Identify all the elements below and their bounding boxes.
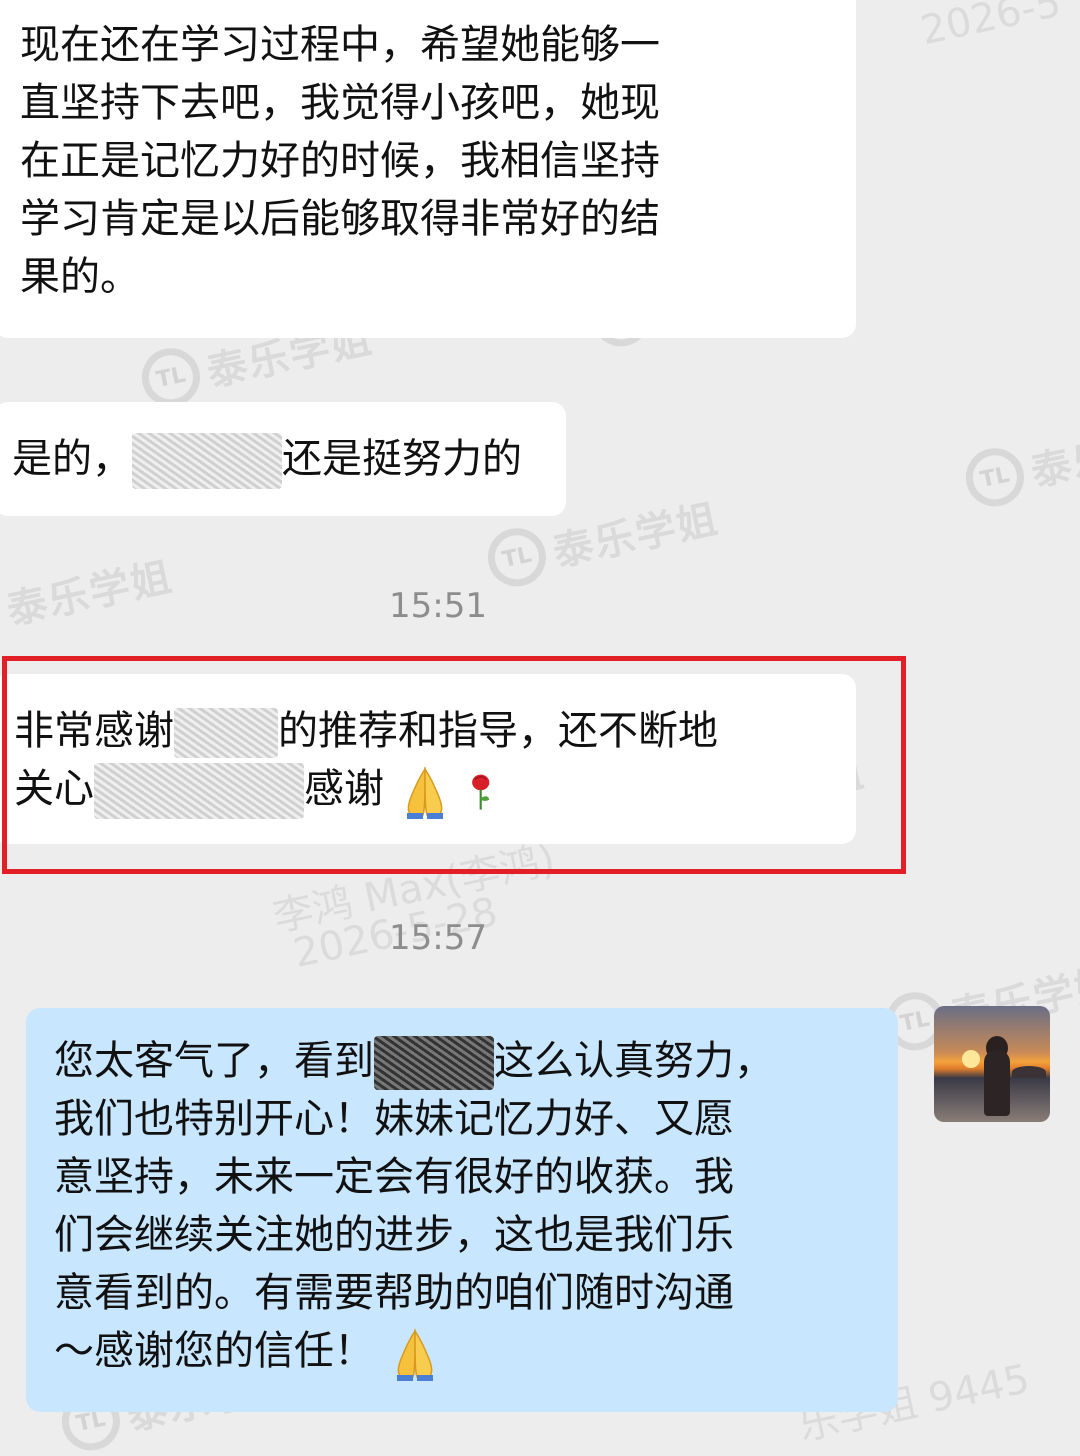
watermark-brand: TL 泰乐学姐 (960, 406, 1080, 512)
redacted-name (374, 1036, 494, 1090)
user-avatar[interactable] (934, 1006, 1050, 1122)
watermark-date: 2026-5 (916, 0, 1065, 55)
watermark-brand: TL 泰乐学姐 (0, 544, 177, 650)
sun-icon (962, 1050, 980, 1068)
island-shape (1012, 1066, 1046, 1078)
message-text: 在正是记忆力好的时候，我相信坚持 (20, 138, 660, 184)
message-text: 意看到的。有需要帮助的咱们随时沟通 (54, 1270, 734, 1316)
folded-hands-icon (396, 1328, 433, 1381)
incoming-message-bubble[interactable]: 现在还在学习过程中，希望她能够一 直坚持下去吧，我觉得小孩吧，她现 在正是记忆力… (0, 0, 856, 338)
brand-logo-icon: TL (0, 580, 6, 650)
message-text: 果的。 (20, 254, 140, 300)
incoming-message-bubble[interactable]: 是的， 还是挺努力的 (0, 402, 566, 516)
message-text: 您太客气了，看到 这么认真努力， (54, 1032, 880, 1090)
brand-logo-icon: TL (482, 522, 552, 592)
message-text: 我们也特别开心！妹妹记忆力好、又愿 (54, 1096, 734, 1142)
message-text: 们会继续关注她的进步，这也是我们乐 (54, 1212, 734, 1258)
redacted-name (132, 433, 282, 489)
timestamp: 15:51 (389, 586, 487, 626)
timestamp: 15:57 (389, 918, 487, 958)
person-shape (984, 1050, 1010, 1116)
highlight-annotation (2, 656, 906, 874)
message-text: 学习肯定是以后能够取得非常好的结 (20, 196, 660, 242)
message-text: ～感谢您的信任！ (54, 1322, 880, 1381)
message-text: 直坚持下去吧，我觉得小孩吧，她现 (20, 80, 660, 126)
message-text: 现在还在学习过程中，希望她能够一 (20, 22, 660, 68)
message-text: 意坚持，未来一定会有很好的收获。我 (54, 1154, 734, 1200)
message-text: 是的， 还是挺努力的 (12, 430, 548, 489)
brand-logo-icon: TL (960, 442, 1030, 512)
chat-area: 2026-5 TL 泰乐学姐 TL 泰乐学姐 TL 泰乐学姐 TL 泰乐学姐 T… (0, 0, 1080, 1456)
outgoing-message-bubble[interactable]: 您太客气了，看到 这么认真努力， 我们也特别开心！妹妹记忆力好、又愿 意坚持，未来… (26, 1008, 898, 1412)
